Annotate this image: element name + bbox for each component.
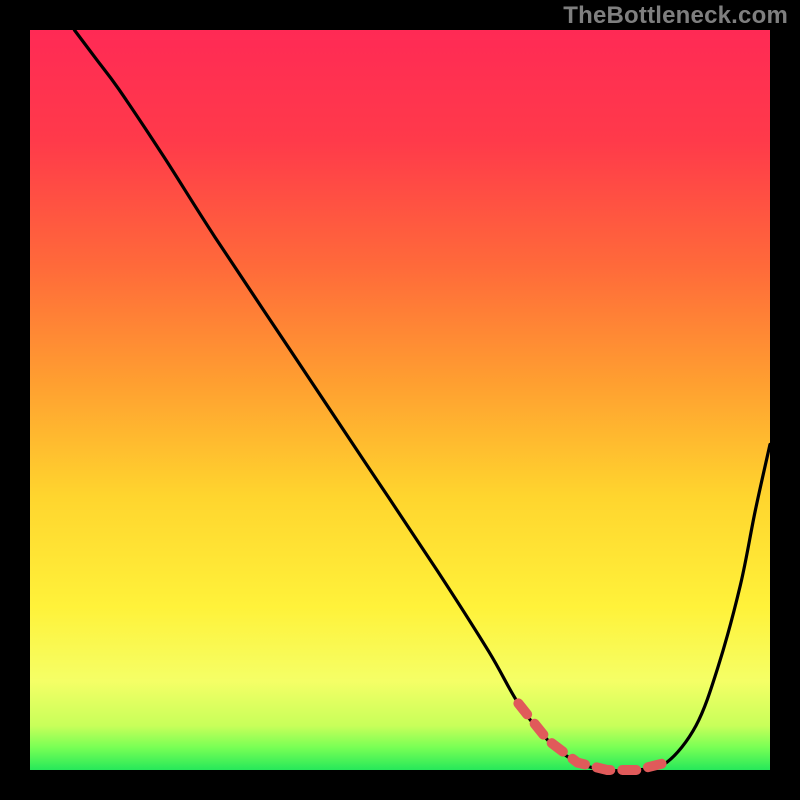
plot-area bbox=[30, 30, 770, 770]
watermark-text: TheBottleneck.com bbox=[563, 2, 788, 30]
chart-frame: { "watermark": "TheBottleneck.com", "col… bbox=[0, 0, 800, 800]
chart-svg bbox=[0, 0, 800, 800]
